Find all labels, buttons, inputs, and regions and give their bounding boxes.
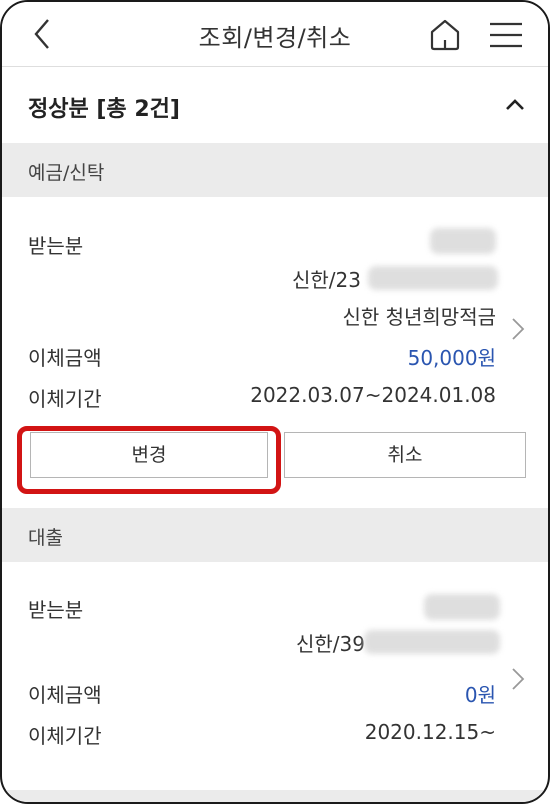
category-label: 대출	[28, 527, 63, 549]
chevron-right-icon[interactable]	[510, 316, 526, 342]
period-value: 2022.03.07~2024.01.08	[250, 383, 496, 407]
masked-account-digits	[364, 630, 500, 654]
menu-button[interactable]	[489, 20, 523, 50]
category-label: 예금/신탁	[28, 162, 105, 184]
masked-account-digits	[368, 266, 498, 290]
hamburger-menu-icon	[490, 22, 522, 48]
product-name: 신한 청년희망적금	[342, 305, 496, 329]
home-icon	[430, 19, 460, 51]
account-number: 신한/39	[296, 632, 365, 656]
period-label: 이체기간	[28, 724, 102, 748]
amount-label: 이체금액	[28, 346, 102, 370]
normal-section-header[interactable]: 정상분 [총 2건]	[2, 67, 548, 143]
section-title: 정상분 [총 2건]	[28, 97, 180, 122]
home-button[interactable]	[427, 16, 463, 52]
change-button[interactable]: 변경	[30, 432, 268, 478]
recipient-label: 받는분	[28, 234, 84, 258]
cancel-button[interactable]: 취소	[284, 432, 526, 478]
amount-value: 0원	[464, 683, 496, 707]
masked-recipient-name	[424, 594, 500, 620]
recipient-label: 받는분	[28, 598, 84, 622]
period-value: 2020.12.15~	[364, 720, 496, 744]
amount-label: 이체금액	[28, 683, 102, 707]
masked-recipient-name	[430, 228, 496, 254]
category-bar-deposit: 예금/신탁	[2, 143, 548, 197]
chevron-right-icon[interactable]	[510, 666, 526, 692]
top-header: 조회/변경/취소	[2, 2, 548, 67]
bottom-spacer-bar	[2, 790, 548, 802]
category-bar-loan: 대출	[2, 508, 548, 562]
account-number: 신한/23	[292, 268, 361, 292]
period-label: 이체기간	[28, 387, 102, 411]
page-title: 조회/변경/취소	[198, 24, 352, 52]
amount-value: 50,000원	[407, 346, 496, 370]
chevron-up-icon	[506, 99, 524, 110]
app-frame: 조회/변경/취소 정상분 [총 2건] 예금/신탁 받는분 신한/23 신한 청…	[0, 0, 550, 804]
